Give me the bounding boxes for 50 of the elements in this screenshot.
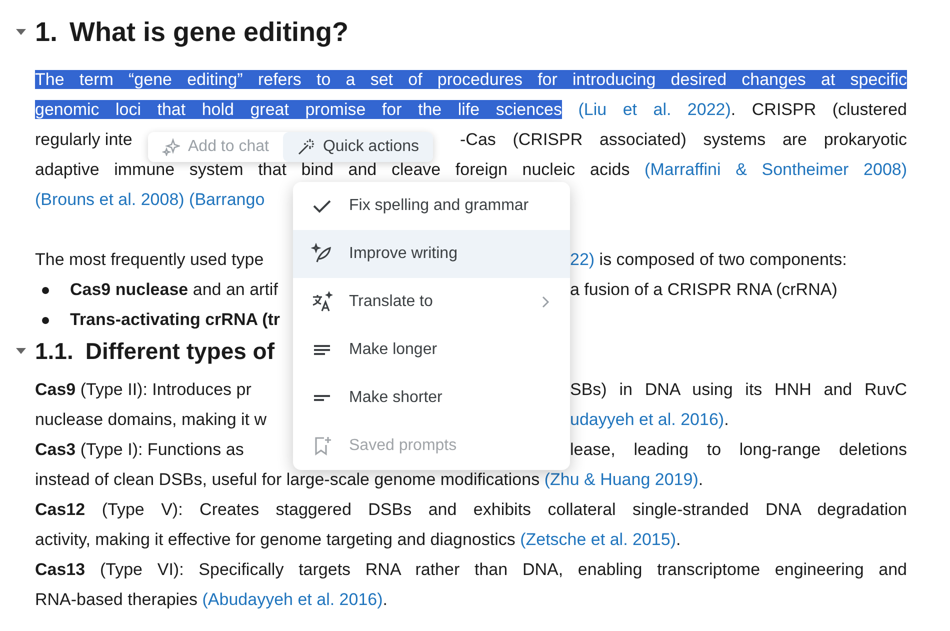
paragraph-text: activity, making it effective for genome targeting and diagnostics (Zetsche et al. 2015). (35, 529, 681, 551)
heading-number: 1. (35, 16, 58, 48)
selected-text: The term “gene editing” refers to a set of procedures for introducing desired changes at specific (35, 70, 907, 89)
paragraph-text: instead of clean DSBs, useful for large-scale genome modifications (Zhu & Huang 2019). (35, 469, 704, 491)
caret-icon[interactable] (15, 347, 27, 355)
lines-icon (314, 395, 330, 401)
citation-link[interactable]: 22) (570, 250, 595, 269)
citation-link[interactable]: (Zetsche et al. 2015) (520, 530, 676, 549)
paragraph-text: adaptive immune system that bind and cleave foreign nucleic acids (Marraffini & Sontheimer 2008) (35, 159, 907, 181)
paragraph-text: lease, leading to long-range deletions (570, 439, 907, 461)
paragraph-text: 22) is composed of two components: (570, 249, 847, 271)
menu-item[interactable]: Fix spelling and grammar (293, 182, 570, 230)
caret-icon[interactable] (15, 28, 27, 36)
wand-icon (296, 138, 315, 156)
sparkle-icon (162, 138, 180, 156)
feather-icon (311, 243, 333, 265)
menu-item[interactable]: Make shorter (293, 374, 570, 422)
paragraph-text: Cas12 (Type V): Creates staggered DSBs and exhibits collateral single-stranded DNA degradation (35, 499, 907, 521)
citation-link[interactable]: (Zhu & Huang 2019) (544, 470, 698, 489)
citation-link[interactable]: (Barrango (189, 190, 265, 209)
citation-link[interactable]: (Brouns et al. 2008) (35, 190, 184, 209)
paragraph-text: genomic loci that hold great promise for the life sciences (Liu et al. 2022). CRISPR (clustered (35, 99, 907, 121)
citation-link[interactable]: (Marraffini & Sontheimer 2008) (644, 160, 908, 179)
paragraph-text: Cas9 nuclease and an artif (70, 279, 278, 301)
paragraph-text: nuclease domains, making it w (35, 409, 267, 431)
heading-title: What is gene editing? (70, 16, 349, 48)
toolbar-button[interactable]: Quick actions (282, 132, 433, 162)
menu-item[interactable]: Make longer (293, 326, 570, 374)
paragraph-text: RNA-based therapies (Abudayyeh et al. 2016). (35, 589, 388, 611)
menu-item[interactable]: Improve writing (293, 230, 570, 278)
menu-item[interactable]: Translate to (293, 278, 570, 326)
paragraph-text: Cas9 (Type II): Introduces pr (35, 379, 252, 401)
paragraph-text: regularly inte (35, 129, 132, 151)
selected-text: genomic loci that hold great promise for the life sciences (35, 100, 562, 119)
bullet-icon (42, 286, 49, 294)
heading-title: Different types of (85, 338, 275, 364)
paragraph-text: Cas13 (Type VI): Specifically targets RNA rather than DNA, enabling transcriptome engineering and (35, 559, 907, 581)
paragraph-text: Cas3 (Type I): Functions as (35, 439, 244, 461)
citation-link[interactable]: udayyeh et al. 2016) (570, 410, 724, 429)
translate-icon (311, 291, 333, 313)
bullet-icon (42, 316, 49, 324)
paragraph-text: udayyeh et al. 2016). (570, 409, 729, 431)
paragraph-text: The most frequently used type (35, 249, 264, 271)
paragraph-text: -Cas (CRISPR associated) systems are prokaryotic (460, 129, 907, 151)
citation-link[interactable]: (Abudayyeh et al. 2016) (202, 590, 383, 609)
paragraph-text: SBs) in DNA using its HNH and RuvC (570, 379, 907, 401)
heading-number: 1.1. (35, 338, 74, 364)
paragraph-text: Trans-activating crRNA (tr (70, 309, 280, 331)
citation-link[interactable]: (Liu et al. 2022) (578, 100, 731, 119)
paragraph-text: a fusion of a CRISPR RNA (crRNA) (570, 279, 838, 301)
